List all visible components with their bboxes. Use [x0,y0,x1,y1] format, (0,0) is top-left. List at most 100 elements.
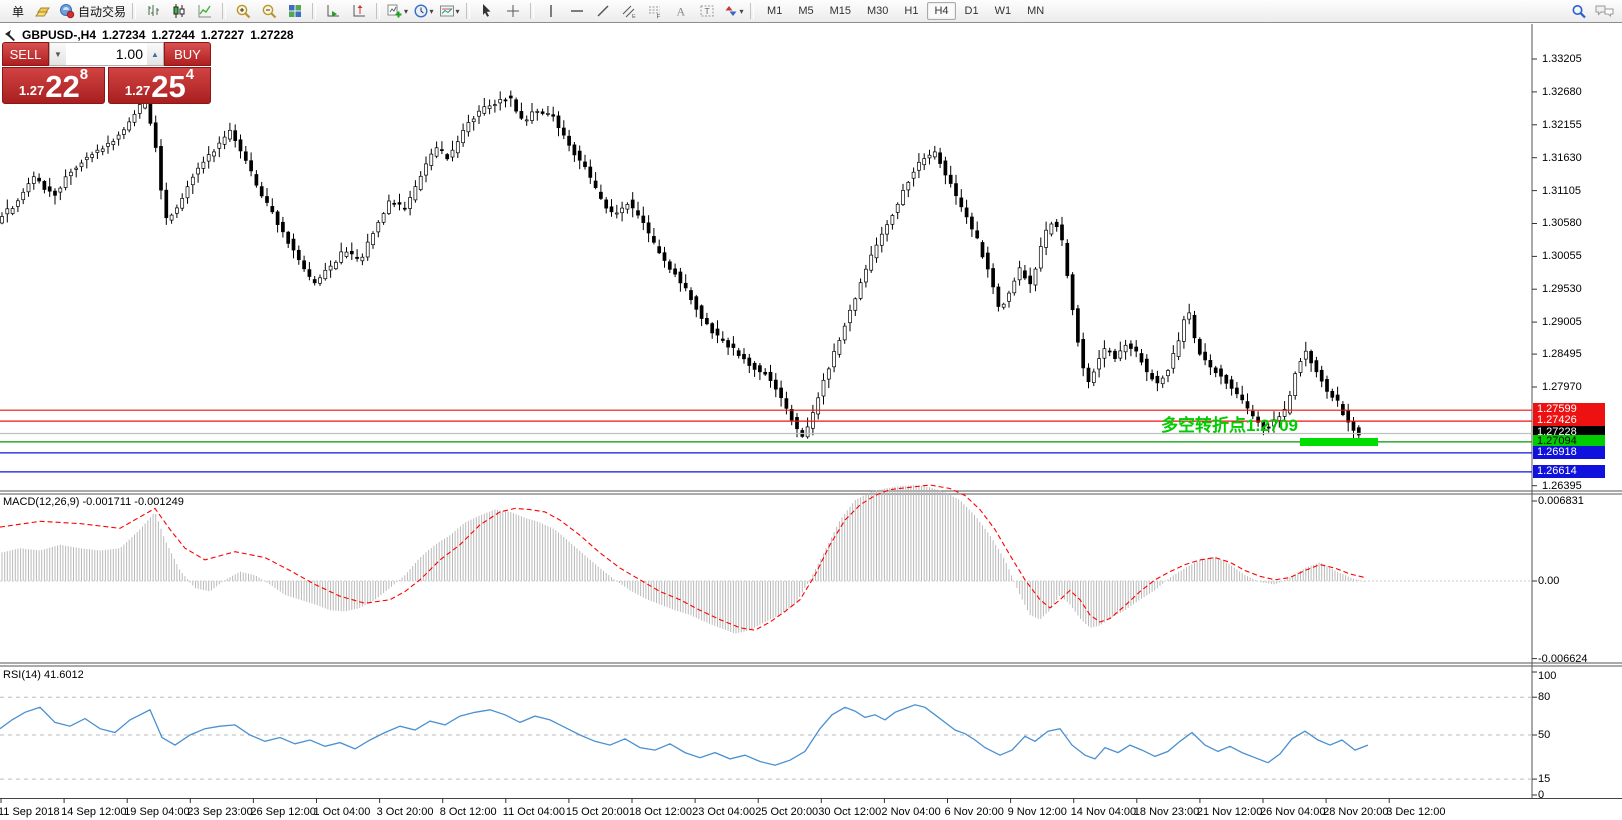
price-axis-label: 1.32155 [1542,119,1582,131]
time-axis-label: 2 Nov 04:00 [881,806,940,818]
sell-price-big: 22 [45,74,79,100]
rsi-axis-label: 50 [1538,729,1550,741]
rsi-axis-label: 80 [1538,691,1550,703]
text-icon: A [673,3,689,19]
chart-canvas[interactable] [0,23,1622,820]
time-axis-label: 23 Sep 23:00 [187,806,252,818]
toolbar-separator [530,3,534,19]
buy-button[interactable]: BUY [164,42,211,66]
price-axis-label: 1.27970 [1542,381,1582,393]
line-chart-button[interactable] [192,2,218,21]
main-toolbar: 单 自动交易 ▾ ▾ ▾ E F A T ▾ M1M5M15M30H1H4D1W… [0,0,1622,23]
time-axis-label: 23 Oct 04:00 [692,806,755,818]
chevron-down-icon: ▾ [456,7,460,16]
buy-price-button[interactable]: 1.27 25 4 [108,67,211,104]
chart-title: GBPUSD-,H4 1.27234 1.27244 1.27227 1.272… [5,28,294,42]
chart-shift-icon [351,3,367,19]
price-tag: 1.27426 [1533,414,1605,427]
time-axis-label: 11 Sep 2018 [0,806,60,818]
timeframe-mn[interactable]: MN [1020,2,1051,20]
timeframe-w1[interactable]: W1 [988,2,1019,20]
tile-windows-button[interactable] [282,2,308,21]
templates-button[interactable]: ▾ [436,2,462,21]
svg-text:F: F [657,15,661,20]
timeframe-m5[interactable]: M5 [791,2,820,20]
arrows-icon [723,3,739,19]
macd-value-main: -0.001711 [82,496,131,508]
sell-price-prefix: 1.27 [19,83,44,98]
time-axis-label: 3 Dec 12:00 [1386,806,1445,818]
crosshair-button[interactable] [500,2,526,21]
text-label-icon: T [699,3,715,19]
macd-title: MACD(12,26,9) [3,496,79,508]
text-label-button[interactable]: T [694,2,720,21]
volume-increase-button[interactable]: ▲ [147,43,163,65]
text-button[interactable]: A [668,2,694,21]
price-axis-label: 1.28495 [1542,348,1582,360]
timeframe-d1[interactable]: D1 [958,2,986,20]
one-click-trading-panel: SELL ▼ 1.00 ▲ BUY 1.27 22 8 1.27 25 4 [2,42,211,104]
autotrade-icon [58,3,76,19]
fibonacci-icon: F [647,3,663,19]
new-order-label: 单 [12,3,24,20]
zoom-out-icon [261,3,278,19]
new-chart-icon [386,3,403,19]
candlestick-series[interactable] [1,91,1361,444]
bar-chart-button[interactable] [140,2,166,21]
autotrade-label: 自动交易 [78,3,126,20]
cursor-button[interactable] [474,2,500,21]
svg-text:A: A [677,5,686,19]
sell-price-button[interactable]: 1.27 22 8 [2,67,105,104]
arrows-button[interactable]: ▾ [720,2,746,21]
gold-button[interactable] [30,2,56,21]
macd-label: MACD(12,26,9) -0.001711 -0.001249 [3,496,184,508]
new-order-button[interactable]: 单 [4,2,30,21]
toolbar-separator [466,3,470,19]
fibonacci-button[interactable]: F [642,2,668,21]
timeframe-h1[interactable]: H1 [897,2,925,20]
chart-shift-button[interactable] [346,2,372,21]
search-button[interactable] [1566,2,1592,21]
timeframe-m1[interactable]: M1 [760,2,789,20]
auto-scroll-icon [325,3,341,19]
zoom-out-button[interactable] [256,2,282,21]
timeframe-m30[interactable]: M30 [860,2,895,20]
volume-value[interactable]: 1.00 [66,46,147,62]
vertical-line-button[interactable] [538,2,564,21]
buy-price-sup: 4 [186,66,194,83]
periods-button[interactable]: ▾ [410,2,436,21]
price-axis-label: 1.31630 [1542,152,1582,164]
candlestick-button[interactable] [166,2,192,21]
timeframe-m15[interactable]: M15 [823,2,858,20]
toolbar-separator [750,3,754,19]
annotation-text[interactable]: 多空转折点1.2709 [1161,411,1298,436]
zoom-in-button[interactable] [230,2,256,21]
toolbar-separator [222,3,226,19]
macd-value-signal: -0.001249 [134,496,184,508]
symbol-period-label: GBPUSD-,H4 [22,28,96,42]
new-chart-button[interactable]: ▾ [384,2,410,21]
trendline-icon [595,3,611,19]
volume-decrease-button[interactable]: ▼ [50,43,66,65]
chart-window: GBPUSD-,H4 1.27234 1.27244 1.27227 1.272… [0,23,1622,820]
sell-price-sup: 8 [80,66,88,83]
trendline-button[interactable] [590,2,616,21]
sell-button[interactable]: SELL [2,42,49,66]
auto-scroll-button[interactable] [320,2,346,21]
rsi-label: RSI(14) 41.6012 [3,669,84,681]
volume-spinner[interactable]: ▼ 1.00 ▲ [49,42,164,66]
time-axis-label: 19 Sep 04:00 [124,806,189,818]
rsi-value: 41.6012 [44,669,84,681]
equidistant-channel-button[interactable]: E [616,2,642,21]
timeframe-h4[interactable]: H4 [927,2,955,20]
time-axis-label: 9 Nov 12:00 [1008,806,1067,818]
time-axis-label: 11 Oct 04:00 [503,806,565,818]
toolbar-separator [132,3,136,19]
templates-icon [439,3,455,19]
horizontal-line-button[interactable] [564,2,590,21]
time-axis-label: 14 Nov 04:00 [1071,806,1136,818]
chat-button[interactable] [1592,2,1618,21]
annotation-highlight-bar[interactable] [1300,438,1378,446]
price-axis-label: 1.32680 [1542,86,1582,98]
autotrade-button[interactable]: 自动交易 [56,2,128,21]
